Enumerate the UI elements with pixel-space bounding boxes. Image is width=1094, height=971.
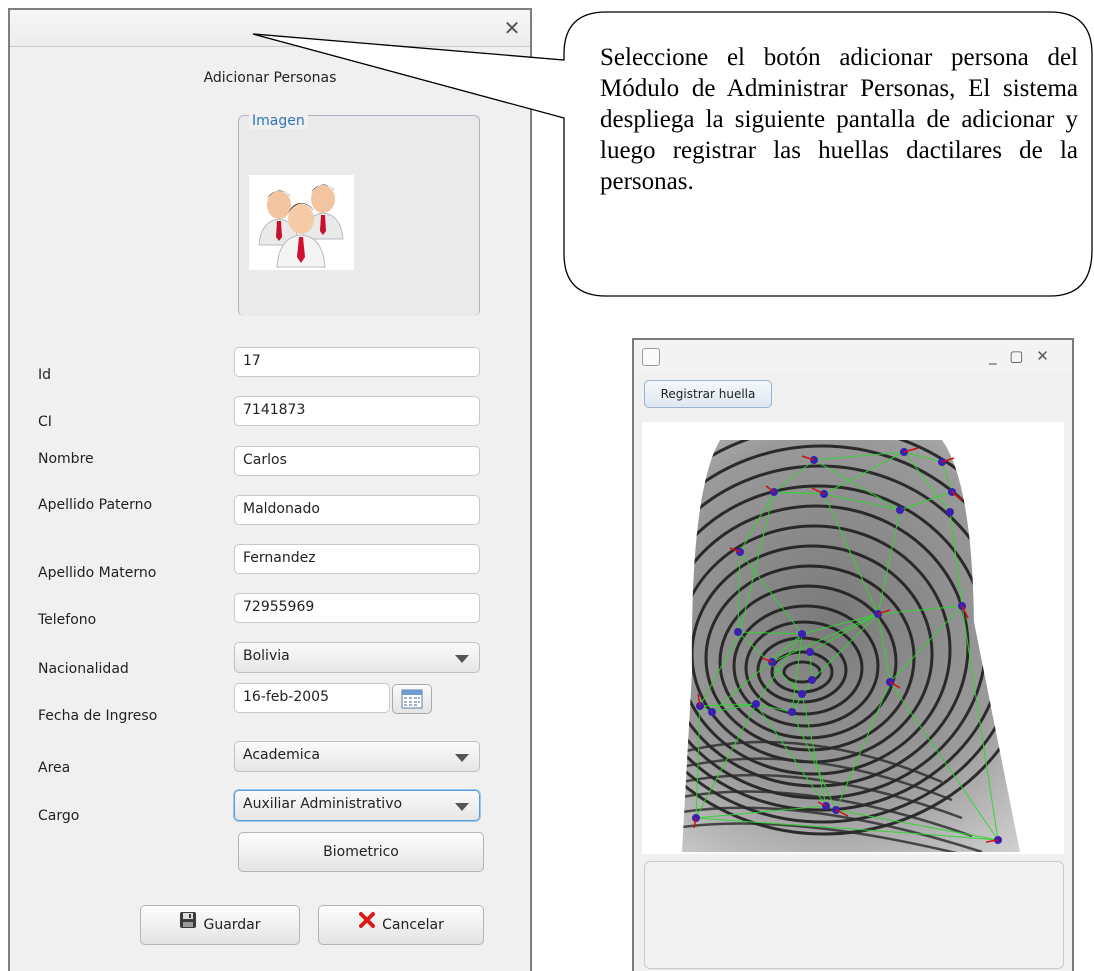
label-nacionalidad: Nacionalidad [38, 661, 129, 677]
fingerprint-image [642, 422, 1064, 854]
fingerprint-window: _ ▢ ✕ Registrar huella [632, 338, 1074, 971]
telefono-field[interactable]: 72955969 [234, 593, 480, 623]
id-field[interactable]: 17 [234, 347, 480, 377]
label-nombre: Nombre [38, 451, 94, 467]
save-button[interactable]: Guardar [140, 905, 300, 945]
window-icon [642, 348, 660, 366]
chevron-down-icon [455, 754, 469, 762]
apellido-materno-field[interactable]: Fernandez [234, 544, 480, 574]
fingerprint-status-area[interactable] [644, 861, 1064, 969]
chevron-down-icon [455, 803, 469, 811]
nacionalidad-select[interactable]: Bolivia [234, 642, 480, 673]
area-value: Academica [243, 747, 320, 763]
chevron-down-icon [455, 655, 469, 663]
cancel-button[interactable]: Cancelar [318, 905, 484, 945]
fecha-ingreso-field[interactable]: 16-feb-2005 [234, 683, 390, 713]
apellido-paterno-field[interactable]: Maldonado [234, 495, 480, 525]
calendar-icon [401, 689, 423, 709]
ci-field[interactable]: 7141873 [234, 396, 480, 426]
cargo-select[interactable]: Auxiliar Administrativo [234, 790, 480, 821]
nombre-field[interactable]: Carlos [234, 446, 480, 476]
label-ci: CI [38, 414, 52, 430]
save-label: Guardar [203, 917, 261, 933]
calendar-button[interactable] [392, 684, 432, 714]
area-select[interactable]: Academica [234, 741, 480, 772]
label-area: Area [38, 760, 71, 776]
register-fingerprint-button[interactable]: Registrar huella [644, 380, 772, 408]
biometrico-button[interactable]: Biometrico [238, 832, 484, 872]
label-id: Id [38, 367, 52, 383]
floppy-disk-icon [179, 906, 197, 944]
biometrico-label: Biometrico [323, 844, 399, 860]
label-apellido-materno: Apellido Materno [38, 565, 157, 581]
label-cargo: Cargo [38, 808, 80, 824]
label-fecha-ingreso: Fecha de Ingreso [38, 708, 158, 724]
label-apellido-paterno: Apellido Paterno [38, 497, 153, 513]
nacionalidad-value: Bolivia [243, 648, 290, 664]
cargo-value: Auxiliar Administrativo [243, 796, 403, 812]
cancel-label: Cancelar [382, 917, 444, 933]
red-x-icon [358, 906, 376, 944]
window-controls[interactable]: _ ▢ ✕ [989, 347, 1053, 365]
label-telefono: Telefono [38, 612, 97, 628]
callout-text: Seleccione el botón adicionar persona de… [600, 44, 1078, 195]
